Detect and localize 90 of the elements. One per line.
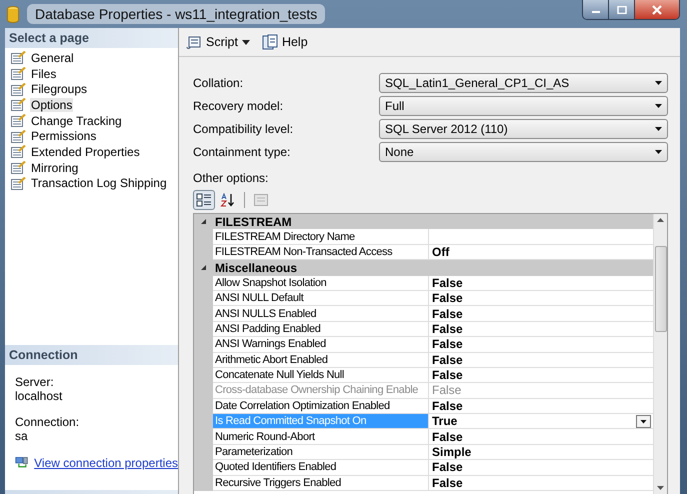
property-name[interactable]: ANSI NULLS Enabled — [213, 306, 429, 322]
page-icon — [11, 130, 26, 143]
property-value[interactable]: False — [429, 337, 653, 353]
field-label: Containment type: — [193, 145, 292, 159]
category-name: Miscellaneous — [214, 260, 298, 276]
scroll-icon — [186, 34, 202, 50]
maximize-icon — [616, 6, 626, 14]
category-row[interactable]: Miscellaneous — [194, 260, 653, 276]
property-name[interactable]: FILESTREAM Non-Transacted Access — [213, 244, 429, 260]
page-icon — [11, 176, 26, 190]
property-name[interactable]: ANSI Padding Enabled — [213, 322, 429, 338]
sidebar-item[interactable]: Transaction Log Shipping — [30, 176, 168, 190]
property-name[interactable]: Allow Snapshot Isolation — [213, 276, 429, 291]
dropdown-field[interactable]: SQL_Latin1_General_CP1_CI_AS — [379, 73, 668, 93]
view-connection-properties-link[interactable]: View connection properties — [34, 456, 178, 470]
property-name[interactable]: FILESTREAM Directory Name — [213, 229, 429, 245]
field-label: Compatibility level: — [193, 122, 294, 136]
scrollbar[interactable] — [653, 214, 667, 494]
caret-icon — [655, 150, 662, 154]
sidebar-item[interactable]: Change Tracking — [30, 114, 123, 128]
property-value[interactable]: False — [429, 398, 653, 414]
sidebar-header: Select a page — [5, 28, 178, 48]
property-name[interactable]: Numeric Round-Abort — [213, 429, 429, 445]
property-value[interactable]: Off — [429, 244, 653, 260]
page-icon — [11, 114, 26, 128]
page-icon — [11, 161, 26, 174]
collapse-icon[interactable] — [200, 218, 207, 226]
window-title: Database Properties - ws11_integration_tests — [27, 4, 326, 24]
property-name[interactable]: Date Correlation Optimization Enabled — [213, 398, 429, 414]
close-button[interactable] — [635, 0, 679, 19]
caret-icon — [655, 104, 662, 108]
connection-label: Connection: — [15, 415, 80, 429]
dropdown-field[interactable]: None — [379, 142, 668, 162]
property-value[interactable]: False — [429, 290, 653, 306]
caret-icon — [655, 81, 662, 85]
caret-icon — [655, 127, 662, 131]
category-row[interactable]: FILESTREAM — [194, 214, 653, 230]
page-icon — [11, 82, 26, 96]
property-name[interactable]: ANSI NULL Default — [213, 290, 429, 306]
caret-icon — [242, 40, 250, 44]
dropdown-field[interactable]: SQL Server 2012 (110) — [379, 119, 668, 139]
maximize-button[interactable] — [609, 0, 635, 19]
sidebar-item[interactable]: Options — [30, 98, 74, 112]
field-label: Recovery model: — [193, 99, 284, 113]
page-icon — [11, 51, 26, 64]
sidebar-item[interactable]: Extended Properties — [30, 144, 141, 159]
database-icon — [7, 6, 19, 22]
property-value[interactable]: False — [429, 276, 653, 291]
connection-icon — [15, 455, 28, 470]
category-name: FILESTREAM — [214, 214, 292, 230]
scroll-down-icon[interactable] — [657, 486, 664, 490]
categorized-button[interactable] — [193, 190, 215, 210]
property-value[interactable]: False — [429, 322, 653, 338]
property-value[interactable]: False — [429, 429, 653, 445]
property-value[interactable]: False — [429, 306, 653, 322]
connection-value: sa — [15, 429, 29, 443]
field-label: Collation: — [193, 76, 244, 90]
sidebar-item[interactable]: General — [30, 50, 75, 65]
minimize-button[interactable] — [583, 0, 609, 19]
page-icon — [11, 98, 26, 112]
property-value[interactable]: False — [429, 352, 653, 368]
scroll-up-icon[interactable] — [657, 218, 664, 222]
help-book-icon — [262, 34, 278, 50]
close-icon — [651, 4, 663, 14]
dropdown-button-icon[interactable] — [636, 414, 651, 428]
property-value[interactable]: False — [429, 368, 653, 384]
page-icon — [11, 67, 26, 80]
property-value[interactable]: False — [429, 476, 653, 492]
property-name[interactable]: Arithmetic Abort Enabled — [213, 352, 429, 368]
sidebar-item[interactable]: Mirroring — [30, 160, 80, 175]
property-value[interactable]: Simple — [429, 444, 653, 460]
sidebar-item[interactable]: Files — [30, 66, 58, 81]
other-options-label: Other options: — [193, 171, 270, 187]
sidebar-item[interactable]: Permissions — [30, 129, 98, 144]
connection-value: localhost — [15, 389, 64, 403]
script-button[interactable]: Script — [183, 32, 253, 52]
connection-label: Server: — [15, 375, 55, 389]
property-name[interactable]: Concatenate Null Yields Null — [213, 368, 429, 384]
property-name[interactable]: Quoted Identifiers Enabled — [213, 460, 429, 476]
property-name[interactable]: ANSI Warnings Enabled — [213, 337, 429, 353]
collapse-icon[interactable] — [200, 264, 207, 272]
help-button[interactable]: Help — [258, 32, 311, 52]
property-value[interactable]: False — [429, 460, 653, 476]
dropdown-field[interactable]: Full — [379, 96, 668, 116]
property-value[interactable]: True — [429, 414, 653, 430]
property-name[interactable]: Parameterization — [213, 444, 429, 460]
connection-header: Connection — [5, 345, 178, 365]
sidebar-item[interactable]: Filegroups — [30, 82, 88, 96]
property-name[interactable]: Recursive Triggers Enabled — [213, 476, 429, 492]
page-icon — [11, 145, 26, 158]
